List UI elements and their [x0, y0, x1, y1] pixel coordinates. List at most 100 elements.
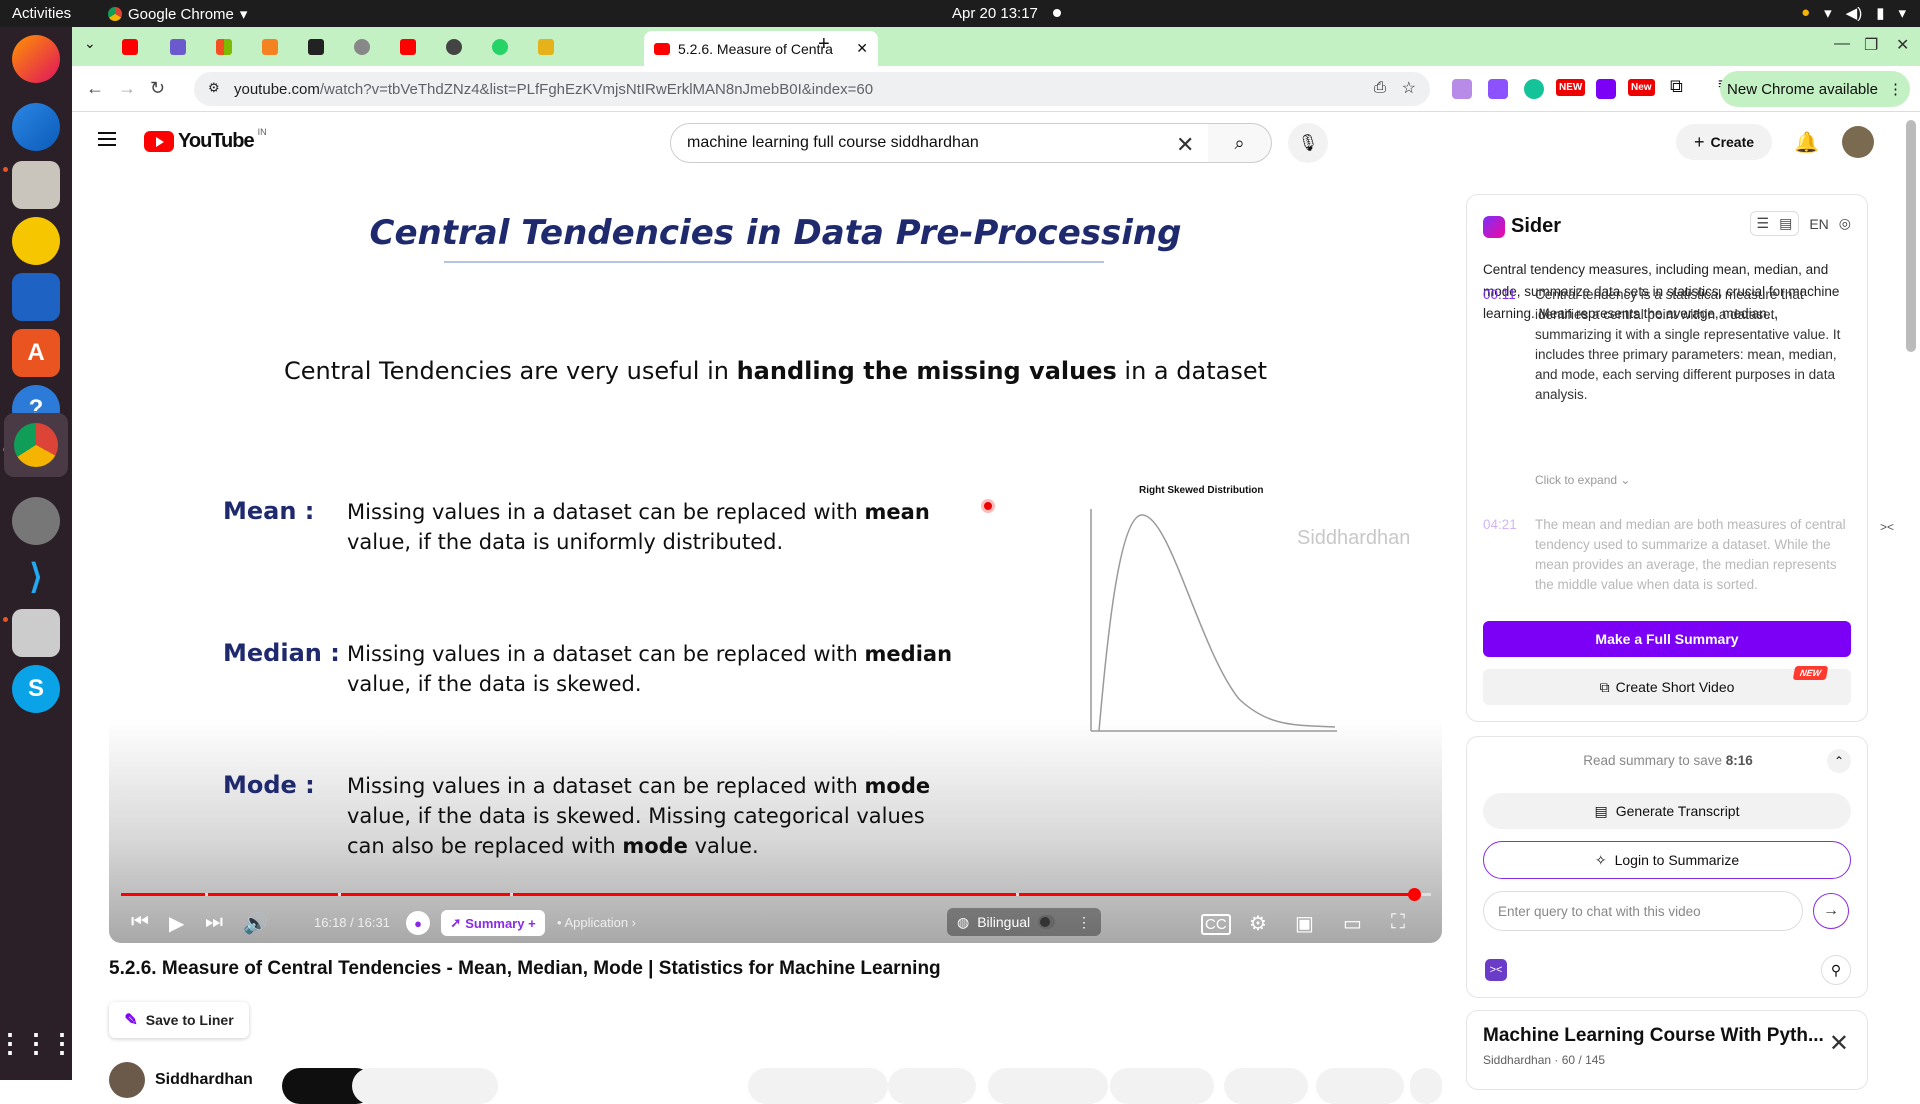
save-button[interactable]: [1316, 1068, 1404, 1104]
progress-scrubber[interactable]: [1407, 888, 1421, 901]
youtube-tab-icon-2[interactable]: [400, 39, 416, 55]
address-bar[interactable]: ⚙ youtube.com/watch?v=tbVeThdZNz4&list=P…: [194, 72, 1430, 106]
settings-gear-icon[interactable]: ⚙: [1249, 911, 1267, 936]
account-avatar[interactable]: [1842, 126, 1874, 158]
send-arrow-icon[interactable]: →: [1813, 893, 1849, 929]
microsoft-tab-icon[interactable]: [216, 39, 232, 55]
close-playlist-icon[interactable]: ✕: [1829, 1029, 1849, 1058]
coursera-tab-icon[interactable]: [538, 39, 554, 55]
miniplayer-icon[interactable]: ▣: [1295, 911, 1314, 936]
subscribed-button[interactable]: [352, 1068, 498, 1104]
chapter-title[interactable]: • Application ›: [557, 915, 636, 930]
extension-grammarly-icon[interactable]: [1524, 79, 1544, 99]
view-toggle[interactable]: ☰ ▤: [1749, 211, 1800, 236]
writer-icon[interactable]: [12, 273, 60, 321]
activities-button[interactable]: Activities: [12, 5, 71, 22]
app-center-icon[interactable]: A: [12, 329, 60, 377]
youtube-tab-icon[interactable]: [122, 39, 138, 55]
progress-bar[interactable]: [121, 888, 1431, 901]
docs-tab-icon[interactable]: [170, 39, 186, 55]
clip-button[interactable]: [1224, 1068, 1308, 1104]
active-tab[interactable]: 5.2.6. Measure of Centra ✕: [644, 31, 878, 66]
image-viewer-icon[interactable]: [12, 609, 60, 657]
close-window-icon[interactable]: ✕: [1896, 35, 1909, 55]
summary-item[interactable]: 04:21 The mean and median are both measu…: [1483, 515, 1855, 599]
settings-icon[interactable]: [12, 497, 60, 545]
channel-name[interactable]: Siddhardhan: [155, 1071, 253, 1089]
chrome-dock-icon[interactable]: [4, 413, 68, 477]
theater-mode-icon[interactable]: ▭: [1343, 911, 1362, 936]
youtube-logo[interactable]: YouTube IN: [144, 127, 267, 153]
box-tab-icon[interactable]: [262, 39, 278, 55]
site-info-icon[interactable]: ⚙: [208, 80, 220, 96]
previous-icon[interactable]: ⏮: [131, 911, 149, 934]
volume-icon[interactable]: 🔊: [243, 911, 268, 936]
maximize-icon[interactable]: ❐: [1864, 35, 1878, 55]
firefox-icon[interactable]: [12, 35, 60, 83]
thunderbird-icon[interactable]: [12, 103, 60, 151]
clear-search-icon[interactable]: ✕: [1176, 132, 1194, 158]
sider-settings-icon[interactable]: ◎: [1839, 215, 1851, 232]
bookmark-star-icon[interactable]: ☆: [1402, 78, 1416, 98]
user-profile-icon[interactable]: ⚲: [1821, 955, 1851, 985]
save-to-liner-button[interactable]: ✎ Save to Liner: [109, 1002, 249, 1038]
sider-float-icon[interactable]: ><: [1876, 516, 1898, 538]
bilingual-toggle[interactable]: ◍ Bilingual ⋮: [947, 908, 1101, 936]
extension-new-badge-icon-2[interactable]: New: [1628, 79, 1655, 96]
new-chrome-available-button[interactable]: New Chrome available ⋮: [1720, 71, 1910, 107]
like-button[interactable]: [748, 1068, 888, 1104]
sider-mini-icon[interactable]: ><: [1485, 959, 1507, 981]
summary-item[interactable]: 00:11 Central tendency is a statistical …: [1483, 285, 1855, 405]
app-menu[interactable]: Google Chrome ▾: [108, 5, 247, 23]
search-input[interactable]: machine learning full course siddhardhan: [670, 123, 1210, 163]
thanks-button[interactable]: [1110, 1068, 1214, 1104]
summary-timestamp[interactable]: 04:21: [1483, 515, 1525, 599]
whatsapp-tab-icon[interactable]: [492, 39, 508, 55]
globe-tab-icon[interactable]: [354, 39, 370, 55]
rhythmbox-icon[interactable]: [12, 217, 60, 265]
play-icon[interactable]: ▶: [169, 911, 184, 936]
more-options-icon[interactable]: ⋮: [1077, 914, 1091, 931]
create-button[interactable]: + Create: [1676, 124, 1772, 160]
extensions-puzzle-icon[interactable]: ⧉: [1670, 76, 1683, 97]
download-button[interactable]: [988, 1068, 1108, 1104]
back-icon[interactable]: ←: [86, 78, 104, 99]
video-player[interactable]: Central Tendencies in Data Pre-Processin…: [109, 197, 1442, 943]
skype-icon[interactable]: S: [12, 665, 60, 713]
extension-purple-icon[interactable]: [1596, 79, 1616, 99]
tab-search-icon[interactable]: ⌄: [84, 35, 96, 52]
caption-view-icon[interactable]: ▤: [1779, 215, 1792, 232]
playlist-title[interactable]: Machine Learning Course With Pyth...: [1483, 1025, 1823, 1047]
vscode-icon[interactable]: ⟩: [12, 553, 60, 601]
more-actions-button[interactable]: [1410, 1068, 1442, 1104]
clock[interactable]: Apr 20 13:17: [952, 5, 1038, 22]
search-button[interactable]: ⌕: [1208, 123, 1272, 163]
click-to-expand-link[interactable]: Click to expand ⌄: [1535, 473, 1630, 487]
channel-avatar[interactable]: [109, 1062, 145, 1098]
page-scrollbar[interactable]: [1906, 120, 1916, 352]
collapse-chevron-up-icon[interactable]: ⌃: [1827, 749, 1851, 773]
extension-new-badge-icon[interactable]: NEW: [1556, 79, 1586, 96]
system-tray[interactable]: ● ▾ ◀) ▮ ▾: [1801, 4, 1906, 22]
chat-query-input[interactable]: Enter query to chat with this video: [1483, 891, 1803, 931]
extension-pen-icon[interactable]: [1488, 79, 1508, 99]
extension-sider-icon[interactable]: [1452, 79, 1472, 99]
reload-icon[interactable]: ↻: [150, 78, 165, 99]
make-full-summary-button[interactable]: Make a Full Summary: [1483, 621, 1851, 657]
fullscreen-icon[interactable]: ⛶: [1391, 911, 1405, 934]
list-view-icon[interactable]: ☰: [1757, 215, 1770, 232]
next-icon[interactable]: ⏭: [205, 911, 223, 934]
files-icon[interactable]: [12, 161, 60, 209]
install-app-icon[interactable]: ⎙: [1374, 79, 1386, 96]
captions-icon[interactable]: CC: [1201, 914, 1231, 935]
generate-transcript-button[interactable]: ▤ Generate Transcript: [1483, 793, 1851, 829]
summary-timestamp[interactable]: 00:11: [1483, 285, 1525, 405]
login-to-summarize-button[interactable]: ✧ Login to Summarize: [1483, 841, 1851, 879]
close-tab-icon[interactable]: ✕: [856, 40, 868, 57]
location-pin-icon[interactable]: ●: [406, 911, 430, 935]
forward-icon[interactable]: →: [118, 78, 136, 99]
notifications-bell-icon[interactable]: 🔔: [1794, 130, 1819, 155]
bilingual-switch[interactable]: [1038, 915, 1055, 929]
menu-icon[interactable]: [98, 132, 116, 146]
minimize-icon[interactable]: —: [1834, 35, 1850, 53]
